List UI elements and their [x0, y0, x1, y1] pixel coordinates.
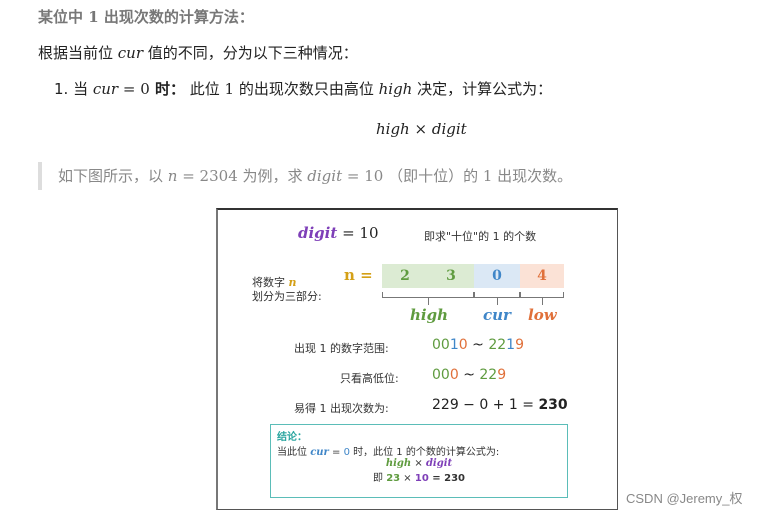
- section-heading: 某位中 1 出现次数的计算方法：: [38, 8, 254, 26]
- formula-display: high × digit: [376, 120, 467, 138]
- csdn-watermark: CSDN @Jeremy_权: [626, 491, 743, 506]
- count-value: 229 − 0 + 1 = 230: [432, 397, 568, 413]
- range-value: 0010 ~ 2219: [432, 337, 524, 353]
- explanation-figure: digit = 10 即求"十位"的 1 的个数 将数字 n 划分为三部分: n…: [216, 208, 618, 510]
- intro-paragraph: 根据当前位 cur 值的不同，分为以下三种情况：: [38, 44, 358, 62]
- label-low: low: [528, 306, 557, 324]
- label-cur: cur: [483, 306, 511, 324]
- high-low-value: 000 ~ 229: [432, 367, 507, 383]
- high-low-label: 只看高低位:: [340, 372, 399, 385]
- label-high: high: [410, 306, 448, 324]
- digit-cell-low: 4: [520, 264, 564, 288]
- digit-cell-high-2: 3: [428, 264, 474, 288]
- range-label: 出现 1 的数字范围:: [294, 342, 389, 355]
- conclusion-box: 结论： 当此位 cur = 0 时，此位 1 的个数的计算公式为: high ×…: [270, 424, 568, 498]
- conclusion-line-3: 即 23 × 10 = 230: [373, 473, 465, 484]
- digit-cell-high-1: 2: [382, 264, 428, 288]
- blockquote: 如下图所示，以 n = 2304 为例，求 digit = 10 （即十位）的 …: [38, 162, 572, 190]
- hint-text: 即求"十位"的 1 的个数: [424, 230, 537, 243]
- conclusion-line-1: 当此位 cur = 0 时，此位 1 的个数的计算公式为:: [277, 447, 500, 458]
- conclusion-title: 结论：: [277, 432, 307, 443]
- split-label: 将数字 n 划分为三部分:: [252, 276, 322, 303]
- digit-cell-cur: 0: [474, 264, 520, 288]
- conclusion-line-2: high × digit: [385, 458, 453, 469]
- n-equals: n =: [344, 266, 373, 284]
- count-label: 易得 1 出现次数为:: [294, 402, 389, 415]
- digit-eq: digit = 10: [298, 224, 379, 242]
- case-list-item: 1. 当 cur = 0 时： 此位 1 的出现次数只由高位 high 决定，计…: [54, 80, 553, 98]
